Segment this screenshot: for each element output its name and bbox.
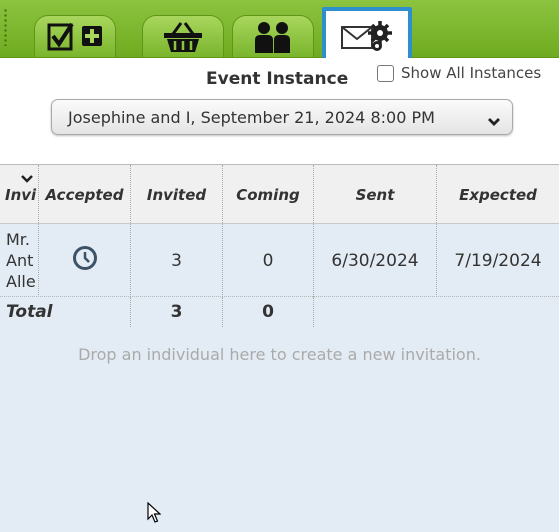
column-header-label: Invi [5,186,37,204]
tab-bar [0,0,559,58]
column-header-label: Coming [236,186,300,204]
invitee-name-line: Ant [6,251,34,270]
show-all-checkbox[interactable] [377,64,394,82]
invitee-name-line: Mr. [6,230,30,249]
event-instance-select[interactable]: Josephine and I, September 21, 2024 8:00… [51,99,513,135]
checklist-add-icon [42,20,108,54]
column-header-label: Accepted [45,186,124,204]
invitee-name: Mr. Ant Alle [6,229,36,292]
show-all-instances-toggle[interactable]: Show All Instances [377,64,541,82]
column-header-invited[interactable]: Invited [131,165,223,223]
column-header-invitee[interactable]: Invi [0,165,39,223]
grid-header: Invi Accepted Invited Coming Sent Expect… [0,165,559,224]
invited-count-cell: 3 [131,224,223,297]
drag-grip[interactable] [3,8,8,46]
mouse-cursor-icon [147,501,162,528]
tab-tasks[interactable] [34,15,116,57]
column-header-sent[interactable]: Sent [314,165,437,223]
column-header-label: Expected [459,186,537,204]
sort-chevron-icon[interactable] [21,168,33,187]
event-instance-value: Josephine and I, September 21, 2024 8:00… [68,107,435,127]
chevron-down-icon [487,112,501,131]
accepted-cell [39,224,131,297]
people-icon [253,20,293,54]
column-header-expected[interactable]: Expected [437,165,559,223]
total-invited: 3 [131,297,223,327]
clock-icon [72,245,98,276]
expected-date-cell: 7/19/2024 [454,250,542,271]
invitee-name-line: Alle [6,272,36,291]
total-coming: 0 [223,297,314,327]
tab-invitations[interactable] [322,7,412,58]
column-header-label: Sent [355,186,395,204]
sent-date-cell: 6/30/2024 [314,224,437,297]
column-header-label: Invited [146,186,207,204]
column-header-accepted[interactable]: Accepted [39,165,131,223]
drop-hint: Drop an individual here to create a new … [78,345,481,364]
column-header-coming[interactable]: Coming [223,165,314,223]
coming-count-cell: 0 [223,224,314,297]
invitation-grid: Invi Accepted Invited Coming Sent Expect… [0,164,559,532]
tab-people[interactable] [232,15,314,57]
total-label: Total [0,297,131,327]
basket-icon [161,20,205,54]
event-instance-title: Event Instance [206,69,349,89]
show-all-label: Show All Instances [401,64,542,82]
tab-shop[interactable] [142,15,224,57]
mail-settings-icon [339,20,395,54]
invitee-name-cell: Mr. Ant Alle [0,224,39,297]
